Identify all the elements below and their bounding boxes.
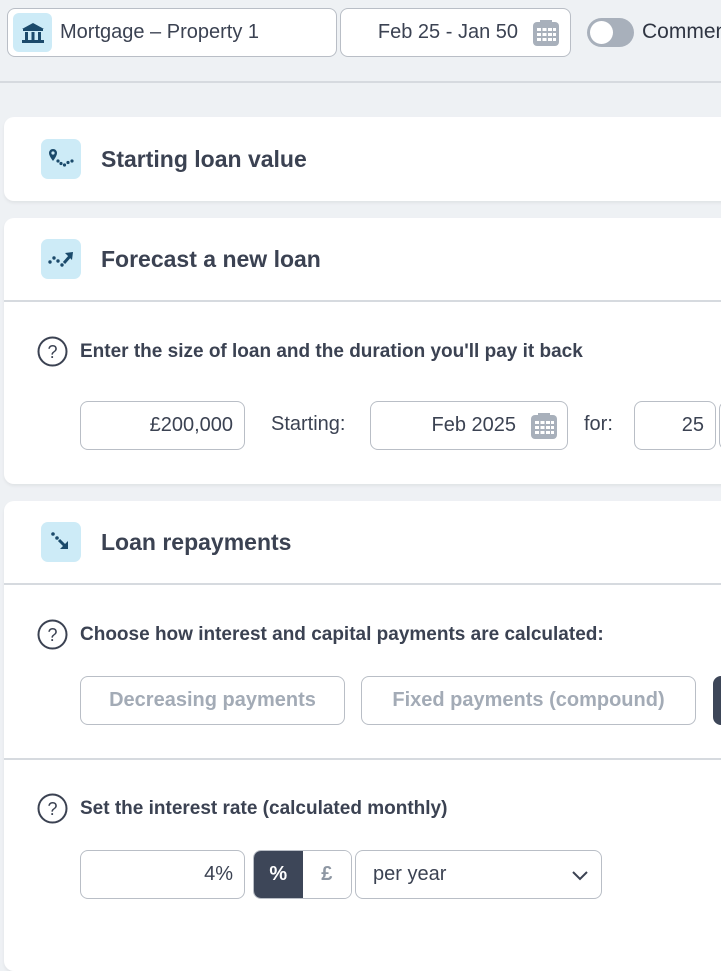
percent-unit-button[interactable]: % <box>254 851 303 898</box>
trend-down-arrow-icon <box>41 522 81 562</box>
calendar-icon[interactable] <box>532 19 560 47</box>
toggle-knob <box>590 21 613 44</box>
duration-input[interactable]: 25 <box>634 401 716 450</box>
forecast-header[interactable]: Forecast a new loan <box>4 218 721 302</box>
for-label: for: <box>584 413 613 435</box>
calendar-icon[interactable] <box>530 412 558 440</box>
question-text: Choose how interest and capital payments… <box>80 623 604 645</box>
section-title: Forecast a new loan <box>101 245 321 272</box>
account-selector[interactable]: Mortgage – Property 1 <box>7 8 337 57</box>
interest-only-button[interactable] <box>713 676 721 725</box>
chevron-down-icon <box>572 871 588 881</box>
date-range-value: Feb 25 - Jan 50 <box>377 21 518 43</box>
starting-label: Starting: <box>271 413 346 435</box>
date-range-picker[interactable]: Feb 25 - Jan 50 <box>340 8 571 57</box>
repayments-header[interactable]: Loan repayments <box>4 501 721 585</box>
bank-icon <box>13 13 52 52</box>
interest-rate-question: ? Set the interest rate (calculated mont… <box>37 793 447 824</box>
top-bar: Mortgage – Property 1 Feb 25 - Jan 50 Co… <box>0 0 721 83</box>
svg-text:?: ? <box>47 625 57 645</box>
svg-text:?: ? <box>47 799 57 819</box>
account-label: Mortgage – Property 1 <box>60 21 259 43</box>
map-pin-trend-icon <box>41 139 81 179</box>
decreasing-payments-button[interactable]: Decreasing payments <box>80 676 345 725</box>
repayments-card: Loan repayments ? Choose how interest an… <box>4 501 721 971</box>
loan-size-question: ? Enter the size of loan and the duratio… <box>37 336 583 367</box>
help-icon[interactable]: ? <box>37 793 68 824</box>
help-icon[interactable]: ? <box>37 619 68 650</box>
loan-amount-input[interactable]: £200,000 <box>80 401 245 450</box>
forecast-card: Forecast a new loan ? Enter the size of … <box>4 218 721 484</box>
starting-loan-header[interactable]: Starting loan value <box>4 117 721 201</box>
unit-toggle-group: % £ <box>253 850 352 899</box>
question-text: Set the interest rate (calculated monthl… <box>80 797 448 819</box>
trend-up-arrow-icon <box>41 239 81 279</box>
section-divider <box>4 758 721 760</box>
help-icon[interactable]: ? <box>37 336 68 367</box>
start-date-value: Feb 2025 <box>431 414 516 436</box>
comments-toggle[interactable] <box>587 18 634 47</box>
interest-rate-input[interactable]: 4% <box>80 850 245 899</box>
rate-period-value: per year <box>373 863 447 885</box>
start-date-input[interactable]: Feb 2025 <box>370 401 568 450</box>
pound-unit-button[interactable]: £ <box>302 851 351 898</box>
rate-period-select[interactable]: per year <box>355 850 602 899</box>
comments-toggle-label: Commen <box>642 20 721 43</box>
starting-loan-card: Starting loan value <box>4 117 721 201</box>
payment-method-question: ? Choose how interest and capital paymen… <box>37 619 604 650</box>
svg-text:?: ? <box>47 342 57 362</box>
question-text: Enter the size of loan and the duration … <box>80 340 583 362</box>
section-title: Loan repayments <box>101 528 292 555</box>
fixed-payments-button[interactable]: Fixed payments (compound) <box>361 676 696 725</box>
section-title: Starting loan value <box>101 145 307 172</box>
